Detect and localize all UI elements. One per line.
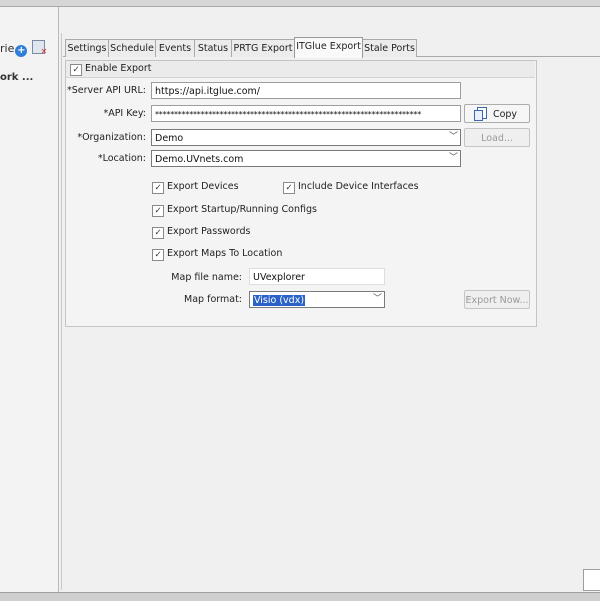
location-chevron-down-icon[interactable]: ﹀ (449, 150, 458, 167)
tab-status[interactable]: Status (194, 39, 232, 57)
enable-export-checkbox[interactable]: ✓ (70, 64, 82, 76)
tab-events[interactable]: Events (155, 39, 195, 57)
tab-prtg-export[interactable]: PRTG Export (231, 39, 295, 57)
bottom-button-partial[interactable] (583, 569, 600, 591)
map-format-label: Map format: (184, 294, 242, 305)
export-devices-checkbox[interactable]: ✓ (152, 182, 164, 194)
include-device-interfaces-label: Include Device Interfaces (298, 181, 419, 192)
copy-button[interactable]: Copy (464, 104, 530, 123)
copy-icon (473, 107, 487, 121)
tab-stale-ports[interactable]: Stale Ports (362, 39, 417, 57)
export-passwords-checkbox[interactable]: ✓ (152, 227, 164, 239)
map-format-chevron-down-icon[interactable]: ﹀ (373, 291, 382, 308)
export-configs-label: Export Startup/Running Configs (167, 204, 317, 215)
add-icon[interactable]: + (15, 45, 28, 57)
left-panel-subtitle: ork ... (0, 72, 34, 83)
map-format-select[interactable]: Visio (vdx) (249, 291, 385, 308)
location-value: Demo.UVnets.com (155, 154, 244, 165)
remove-icon[interactable] (32, 40, 47, 56)
export-group-box (65, 60, 537, 327)
include-device-interfaces-checkbox[interactable]: ✓ (283, 182, 295, 194)
organization-select[interactable]: Demo (151, 129, 461, 146)
panel-divider (61, 33, 62, 590)
export-now-button[interactable]: Export Now... (464, 290, 530, 309)
map-file-name-input[interactable]: UVexplorer (249, 268, 385, 285)
enable-export-label: Enable Export (85, 63, 152, 74)
organization-chevron-down-icon[interactable]: ﹀ (449, 129, 458, 146)
left-panel (0, 7, 59, 592)
left-title-text: rie (0, 42, 15, 55)
export-maps-checkbox[interactable]: ✓ (152, 249, 164, 261)
map-file-name-label: Map file name: (171, 272, 242, 283)
server-api-url-label: *Server API URL: (66, 85, 146, 96)
location-label: *Location: (97, 153, 146, 164)
organization-label: *Organization: (77, 132, 146, 143)
tab-itglue-export[interactable]: ITGlue Export (294, 37, 363, 58)
export-passwords-label: Export Passwords (167, 226, 251, 237)
map-format-value: Visio (vdx) (253, 295, 306, 306)
location-select[interactable]: Demo.UVnets.com (151, 150, 461, 167)
export-configs-checkbox[interactable]: ✓ (152, 205, 164, 217)
load-button[interactable]: Load... (464, 128, 530, 147)
export-devices-label: Export Devices (167, 181, 239, 192)
window-top-edge (0, 0, 600, 7)
tab-settings[interactable]: Settings (65, 39, 109, 57)
left-panel-title: rie + (0, 40, 47, 57)
api-key-label: *API Key: (103, 108, 146, 119)
api-key-input[interactable]: ****************************************… (151, 105, 461, 122)
export-maps-label: Export Maps To Location (167, 248, 283, 259)
copy-button-label: Copy (492, 109, 518, 120)
server-api-url-input[interactable]: https://api.itglue.com/ (151, 82, 461, 99)
tab-schedule[interactable]: Schedule (108, 39, 156, 57)
organization-value: Demo (155, 133, 184, 144)
